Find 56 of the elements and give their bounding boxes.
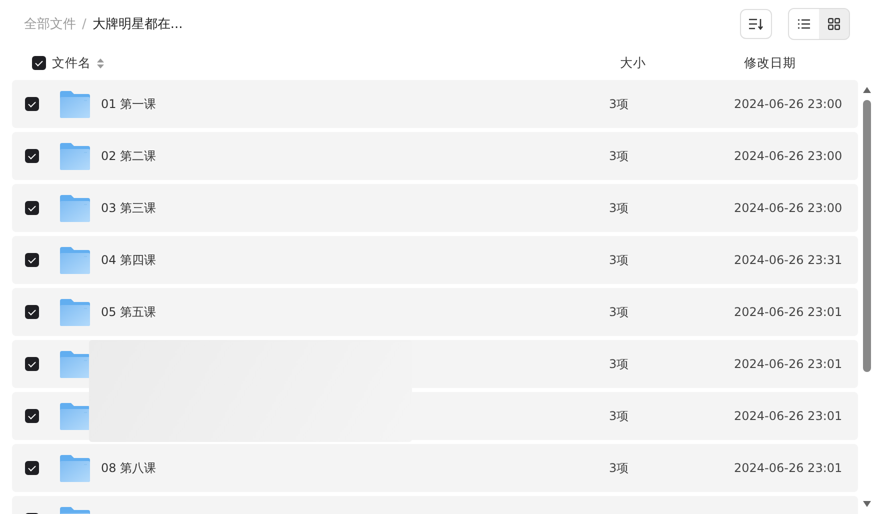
file-name: 02 第二课	[101, 148, 156, 162]
list-view-button[interactable]	[789, 9, 819, 39]
file-size: 3项	[609, 408, 629, 422]
column-header[interactable]: 大小	[620, 54, 744, 72]
file-size: 3项	[609, 460, 629, 474]
modified-date: 2024-06-26 23:00	[734, 97, 842, 111]
checkbox[interactable]	[25, 201, 39, 215]
breadcrumb-item: 大牌明星都在...	[92, 16, 183, 33]
folder-icon	[60, 246, 90, 274]
file-name: 04 第四课	[101, 252, 156, 266]
folder-icon	[60, 298, 90, 326]
modified-date: 2024-06-26 23:31	[734, 253, 842, 267]
folder-icon	[60, 142, 90, 170]
list-view-icon	[798, 19, 810, 29]
file-row[interactable]: 01 第一课 3项 2024-06-26 23:00	[12, 80, 858, 128]
checkbox[interactable]	[25, 461, 39, 475]
file-row[interactable]: 02 第二课 3项 2024-06-26 23:00	[12, 132, 858, 180]
modified-date: 2024-06-26 23:01	[734, 305, 842, 319]
checkbox[interactable]	[25, 305, 39, 319]
file-row[interactable]: 04 第四课 3项 2024-06-26 23:31	[12, 236, 858, 284]
file-name: 01 第一课	[101, 96, 156, 110]
column-header[interactable]: 文件名	[52, 54, 91, 72]
file-size: 3项	[609, 252, 629, 266]
modified-date: 2024-06-26 23:00	[734, 149, 842, 163]
checkbox[interactable]	[25, 97, 39, 111]
grid-view-icon	[828, 18, 840, 30]
file-name: 05 第五课	[101, 304, 156, 318]
modified-date: 2024-06-26 23:01	[734, 357, 842, 371]
modified-date: 2024-06-26 23:01	[734, 409, 842, 423]
sort-arrows-icon[interactable]	[97, 58, 104, 68]
modified-date: 2024-06-26 23:01	[734, 461, 842, 475]
folder-icon	[60, 402, 90, 430]
sort-icon	[749, 18, 763, 30]
modified-date: 2024-06-26 23:00	[734, 201, 842, 215]
file-row[interactable]: 05 第五课 3项 2024-06-26 23:01	[12, 288, 858, 336]
checkbox[interactable]	[25, 149, 39, 163]
file-name: 03 第三课	[101, 200, 156, 214]
file-row[interactable]: 08 第八课 3项 2024-06-26 23:01	[12, 444, 858, 492]
file-row[interactable]: 03 第三课 3项 2024-06-26 23:00	[12, 184, 858, 232]
column-header[interactable]: 修改日期	[744, 54, 874, 72]
breadcrumb-separator: /	[82, 16, 86, 32]
folder-icon	[60, 194, 90, 222]
file-size: 3项	[609, 356, 629, 370]
file-size: 3项	[609, 200, 629, 214]
folder-icon	[60, 454, 90, 482]
folder-icon	[60, 350, 90, 378]
sort-button[interactable]	[740, 9, 772, 39]
file-size: 3项	[609, 304, 629, 318]
checkbox[interactable]	[32, 56, 46, 70]
checkbox[interactable]	[25, 409, 39, 423]
file-size: 3项	[609, 96, 629, 110]
file-name: 08 第八课	[101, 460, 156, 474]
checkbox[interactable]	[25, 253, 39, 267]
file-size: 3项	[609, 148, 629, 162]
folder-icon	[60, 90, 90, 118]
checkbox[interactable]	[25, 357, 39, 371]
